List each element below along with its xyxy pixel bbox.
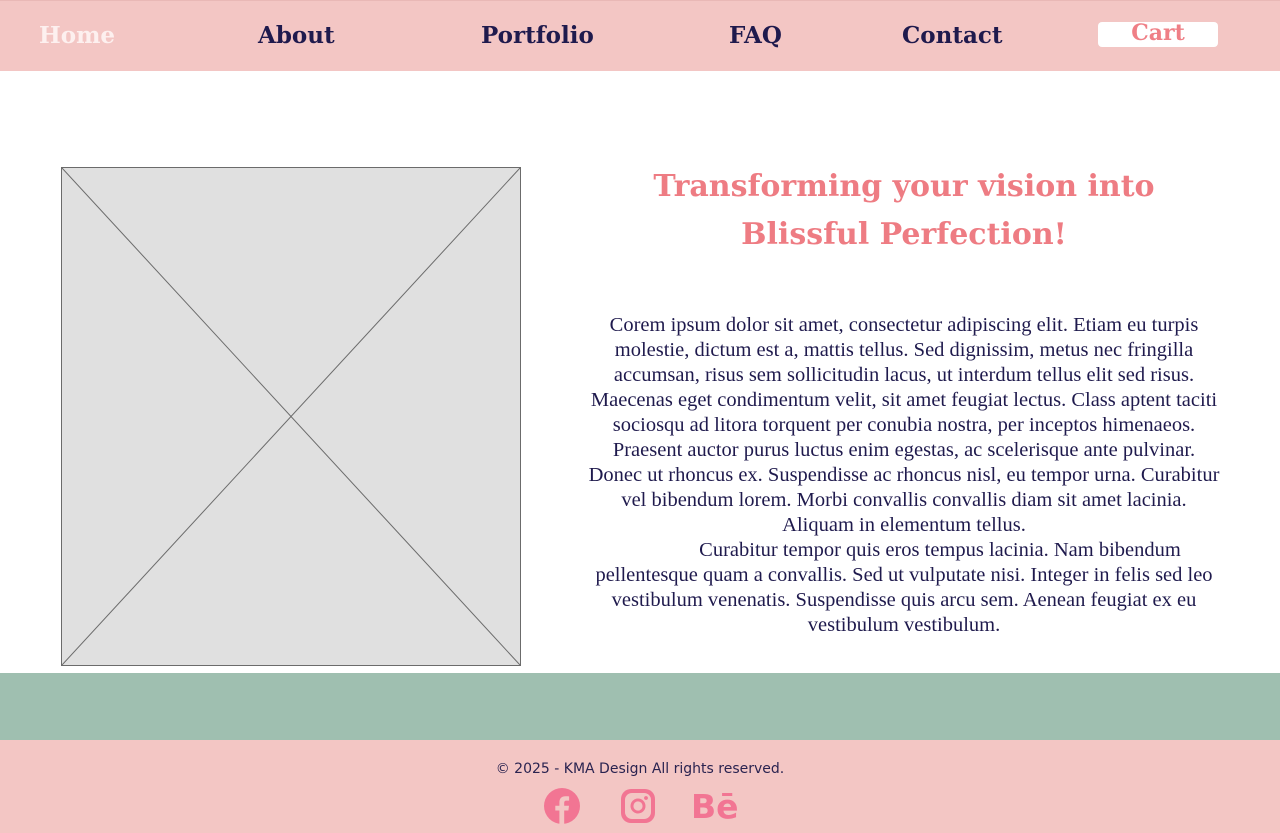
svg-text:Bē: Bē: [691, 787, 739, 825]
hero-body: Corem ipsum dolor sit amet, consectetur …: [588, 313, 1220, 638]
copyright-text: © 2025 - KMA Design All rights reserved.: [495, 761, 785, 777]
nav-portfolio[interactable]: Portfolio: [481, 21, 594, 51]
hero-title: Transforming your vision into Blissful P…: [653, 169, 1155, 252]
nav-about[interactable]: About: [258, 21, 335, 51]
instagram-icon[interactable]: [619, 787, 657, 825]
behance-icon[interactable]: Bē: [690, 787, 742, 825]
hero-paragraph-1: Corem ipsum dolor sit amet, consectetur …: [588, 314, 1220, 536]
hero-image-placeholder: [61, 167, 521, 666]
cart-button[interactable]: Cart: [1098, 22, 1218, 47]
facebook-icon[interactable]: [543, 787, 581, 825]
image-placeholder-icon: [62, 168, 520, 665]
nav-contact[interactable]: Contact: [902, 21, 1003, 51]
divider-band: [0, 673, 1280, 740]
footer: © 2025 - KMA Design All rights reserved.…: [0, 740, 1280, 833]
top-nav: Home About Portfolio FAQ Contact Cart: [0, 0, 1280, 71]
nav-faq[interactable]: FAQ: [729, 21, 782, 51]
nav-home[interactable]: Home: [39, 21, 115, 51]
hero-paragraph-2: Curabitur tempor quis eros tempus lacini…: [595, 539, 1213, 636]
